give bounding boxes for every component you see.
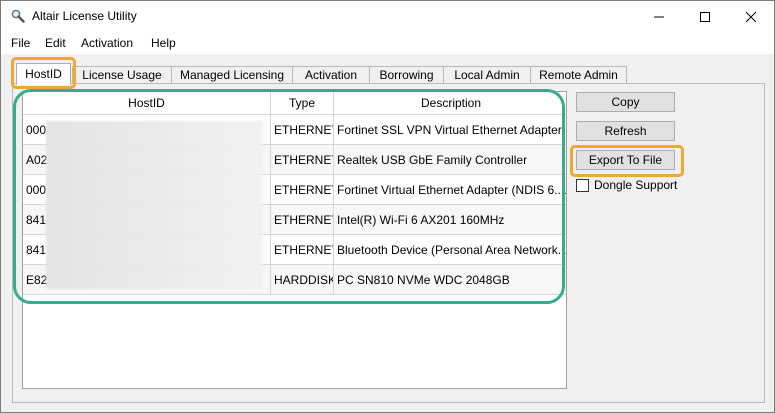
copy-button[interactable]: Copy	[576, 92, 675, 112]
description-cell: Intel(R) Wi-Fi 6 AX201 160MHz	[337, 213, 505, 227]
menu-edit[interactable]: Edit	[45, 36, 66, 50]
description-cell: Fortinet SSL VPN Virtual Ethernet Adapte…	[337, 123, 562, 137]
tab-borrowing[interactable]: Borrowing	[369, 66, 444, 84]
tab-remote-admin[interactable]: Remote Admin	[530, 66, 627, 84]
type-cell: HARDDISK	[271, 265, 334, 295]
close-icon	[745, 11, 757, 22]
type-cell: ETHERNET	[271, 175, 334, 205]
type-cell: ETHERNET	[271, 115, 334, 145]
column-header-hostid[interactable]: HostID	[23, 92, 271, 115]
tab-managed-licensing[interactable]: Managed Licensing	[171, 66, 293, 84]
dongle-support-checkbox[interactable]	[576, 178, 589, 192]
tab-local-admin[interactable]: Local Admin	[443, 66, 531, 84]
close-button[interactable]	[728, 1, 774, 32]
app-window: Altair License Utility File Edit Activat…	[0, 0, 775, 413]
export-to-file-button[interactable]: Export To File	[576, 150, 675, 170]
column-header-description[interactable]: Description	[334, 92, 566, 115]
tab-hostid[interactable]: HostID	[16, 63, 71, 85]
menu-help[interactable]: Help	[151, 36, 176, 50]
menu-activation[interactable]: Activation	[81, 36, 133, 50]
refresh-button[interactable]: Refresh	[576, 121, 675, 141]
type-cell: ETHERNET	[271, 205, 334, 235]
minimize-button[interactable]	[636, 1, 682, 32]
type-cell: ETHERNET	[271, 145, 334, 175]
description-cell: Bluetooth Device (Personal Area Network.…	[337, 243, 567, 257]
description-cell: Realtek USB GbE Family Controller	[337, 153, 528, 167]
dongle-support-option[interactable]: Dongle Support	[576, 177, 677, 193]
description-cell: Fortinet Virtual Ethernet Adapter (NDIS …	[337, 183, 567, 197]
column-header-type[interactable]: Type	[271, 92, 334, 115]
maximize-button[interactable]	[682, 1, 728, 32]
table-header: HostID Type Description	[23, 92, 566, 115]
title-bar: Altair License Utility	[1, 1, 774, 32]
menu-file[interactable]: File	[11, 36, 30, 50]
description-cell: PC SN810 NVMe WDC 2048GB	[337, 273, 510, 287]
tab-license-usage[interactable]: License Usage	[72, 66, 172, 84]
tab-strip: HostID License Usage Managed Licensing A…	[1, 54, 774, 85]
tab-activation[interactable]: Activation	[292, 66, 370, 84]
minimize-icon	[654, 16, 664, 17]
dongle-support-label: Dongle Support	[594, 178, 678, 192]
maximize-icon	[700, 11, 710, 22]
type-cell: ETHERNET	[271, 235, 334, 265]
menu-bar: File Edit Activation Help	[1, 32, 774, 54]
magnifier-icon	[11, 9, 25, 23]
redacted-hostid-area	[46, 121, 263, 289]
window-title: Altair License Utility	[32, 9, 137, 23]
